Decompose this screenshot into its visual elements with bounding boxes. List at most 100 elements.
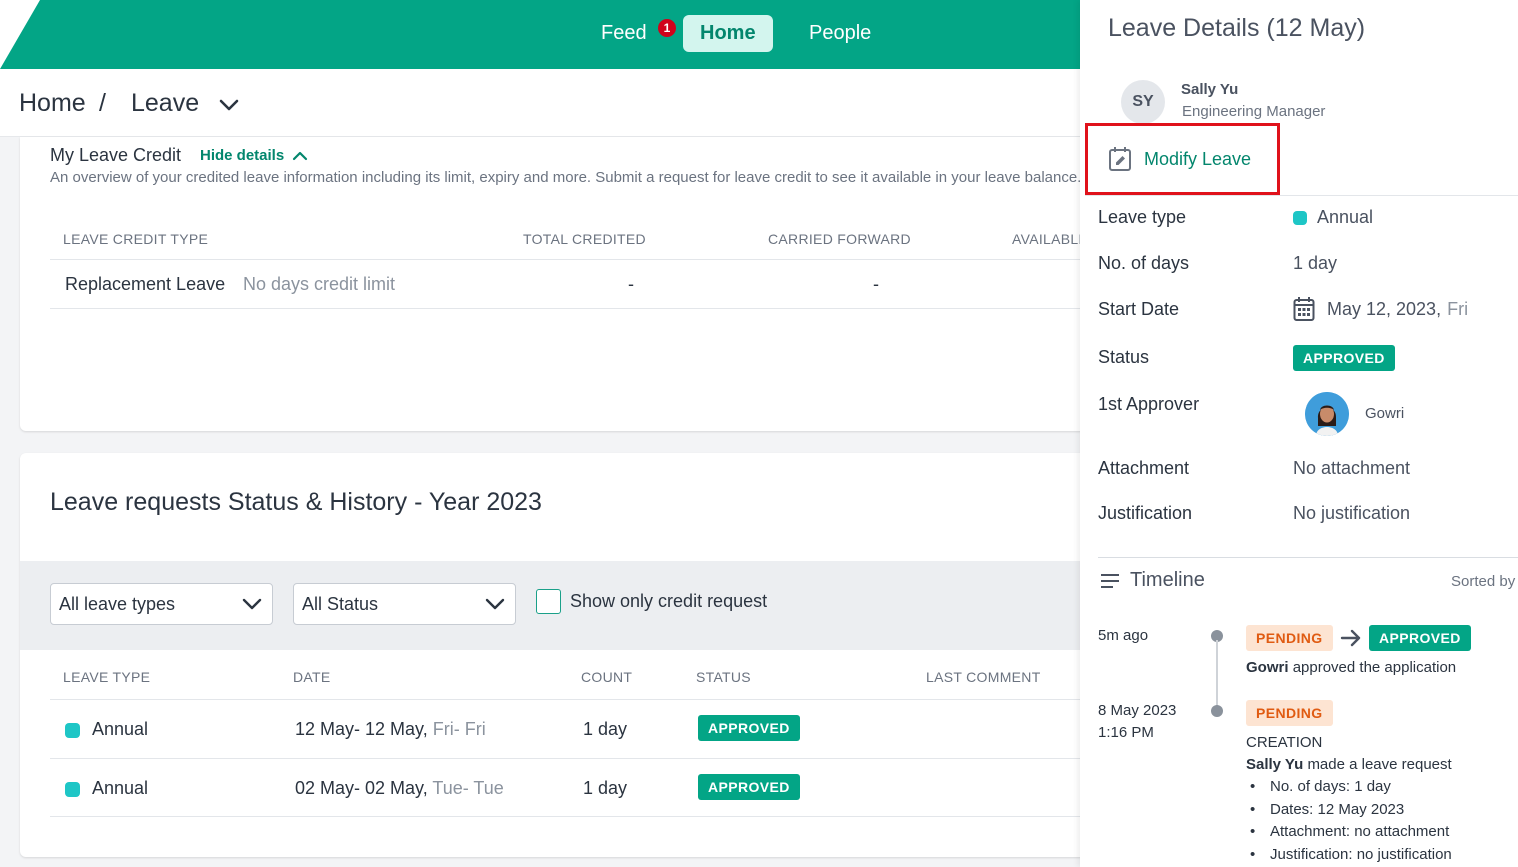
chevron-down-icon (485, 598, 505, 610)
leave-type-color-dot (65, 722, 80, 738)
leave-type-text: Annual (1317, 207, 1374, 227)
breadcrumb-home[interactable]: Home (19, 89, 86, 118)
feed-notification-badge: 1 (656, 17, 678, 39)
timeline-title-text: Timeline (1130, 569, 1205, 591)
leave-requests-card: Leave requests Status & History - Year 2… (20, 453, 1120, 857)
timeline-actor: Gowri (1246, 659, 1289, 676)
panel-divider (1085, 195, 1518, 196)
leave-count: 1 day (583, 778, 628, 798)
chevron-up-icon (293, 151, 308, 160)
table-divider (50, 699, 1110, 700)
credit-type: Replacement Leave (65, 274, 226, 294)
leave-date: 02 May- 02 May, Tue- Tue (295, 778, 504, 799)
leave-date: 12 May- 12 May, Fri- Fri (295, 719, 486, 740)
chevron-down-icon (242, 598, 262, 610)
table-row[interactable]: Annual (65, 719, 148, 740)
hide-details-toggle[interactable]: Hide details (200, 147, 308, 164)
total-credited-value: - (628, 274, 634, 294)
timeline-action: approved the application (1292, 659, 1457, 676)
approver-avatar (1305, 392, 1349, 436)
panel-title: Leave Details (12 May) (1108, 14, 1366, 42)
column-header: LEAVE TYPE (63, 669, 151, 685)
chevron-down-icon[interactable] (218, 95, 240, 115)
column-header: TOTAL CREDITED (523, 231, 646, 247)
field-label: Justification (1098, 503, 1193, 523)
justification-value: No justification (1293, 503, 1411, 523)
column-header: STATUS (696, 669, 751, 685)
field-label: No. of days (1098, 253, 1190, 273)
modify-leave-button[interactable]: Modify Leave (1085, 123, 1280, 195)
leave-date-days: Fri- Fri (432, 719, 486, 739)
breadcrumb-separator: / (99, 89, 106, 117)
hide-details-label: Hide details (200, 147, 285, 164)
status-filter[interactable]: All Status (293, 583, 516, 625)
timeline-action: made a leave request (1307, 756, 1452, 773)
leave-type-value: Annual (92, 778, 149, 798)
panel-divider (1098, 557, 1518, 558)
modify-leave-label: Modify Leave (1144, 148, 1252, 169)
column-header: LAST COMMENT (926, 669, 1041, 685)
calendar-icon (1293, 297, 1315, 321)
timeline-date: 8 May 2023 (1098, 702, 1177, 719)
list-item: Justification: no justification (1246, 844, 1452, 867)
timeline-actor: Sally Yu (1246, 756, 1304, 773)
leave-requests-title: Leave requests Status & History - Year 2… (50, 488, 542, 516)
status-badge: APPROVED (1293, 345, 1395, 371)
leave-date-days: Tue- Tue (432, 778, 504, 798)
timeline-event: CREATION (1246, 734, 1323, 751)
timeline-description: Sally Yu made a leave request (1246, 754, 1452, 777)
start-date-text: May 12, 2023, (1327, 298, 1442, 319)
nav-people[interactable]: People (809, 15, 871, 52)
start-date-value: May 12, 2023, Fri (1293, 296, 1468, 322)
timeline-description: Gowri approved the application (1246, 657, 1456, 680)
avatar: SY (1121, 80, 1165, 124)
column-header: AVAILABLE (1012, 231, 1080, 247)
timeline-dot (1211, 705, 1223, 717)
table-divider (50, 816, 1110, 817)
status-badge: APPROVED (698, 715, 800, 741)
leave-date-range: 12 May- 12 May, (295, 719, 428, 739)
nav-feed[interactable]: Feed (601, 15, 647, 52)
credit-only-checkbox[interactable] (536, 589, 561, 614)
status-badge: APPROVED (698, 774, 800, 800)
credit-only-label[interactable]: Show only credit request (570, 591, 767, 612)
column-header: CARRIED FORWARD (768, 231, 911, 247)
status-badge-pending: PENDING (1246, 625, 1333, 651)
column-header: COUNT (581, 669, 633, 685)
field-label: Leave type (1098, 207, 1187, 227)
top-nav-bar (0, 0, 1080, 69)
leave-type-color-dot (1293, 210, 1307, 225)
leave-type-value: Annual (92, 719, 149, 739)
leave-type-filter[interactable]: All leave types (50, 583, 273, 625)
carried-forward-value: - (873, 274, 879, 294)
leave-credit-description: An overview of your credited leave infor… (50, 169, 1080, 186)
attachment-value: No attachment (1293, 458, 1411, 478)
approver-name: Gowri (1365, 405, 1405, 422)
calendar-edit-icon (1109, 147, 1131, 171)
nav-logo-notch (0, 0, 40, 69)
list-item: No. of days: 1 day (1246, 776, 1452, 799)
timeline-sort[interactable]: Sorted by (1451, 573, 1515, 590)
arrow-right-icon (1340, 629, 1361, 647)
table-divider (50, 758, 1110, 759)
status-badge-approved: APPROVED (1369, 625, 1471, 651)
person-avatar-icon (1305, 392, 1349, 436)
column-header: DATE (293, 669, 331, 685)
employee-role: Engineering Manager (1182, 103, 1326, 120)
timeline-connector (1216, 640, 1218, 708)
timeline-details: No. of days: 1 day Dates: 12 May 2023 At… (1246, 776, 1452, 866)
leave-type-value: Annual (1293, 207, 1373, 228)
list-icon (1101, 573, 1119, 588)
list-item: Dates: 12 May 2023 (1246, 799, 1452, 822)
field-label: 1st Approver (1098, 394, 1200, 414)
leave-type-filter-value: All leave types (59, 593, 176, 614)
breadcrumb: Home / Leave (0, 69, 1080, 137)
nav-home[interactable]: Home (683, 15, 773, 52)
start-day-text: Fri (1447, 298, 1469, 319)
table-row[interactable]: Annual (65, 778, 148, 799)
leave-count: 1 day (583, 719, 628, 739)
breadcrumb-current: Leave (131, 89, 200, 117)
timeline-time: 5m ago (1098, 627, 1149, 644)
leave-type-color-dot (65, 781, 80, 797)
employee-name: Sally Yu (1181, 81, 1239, 98)
